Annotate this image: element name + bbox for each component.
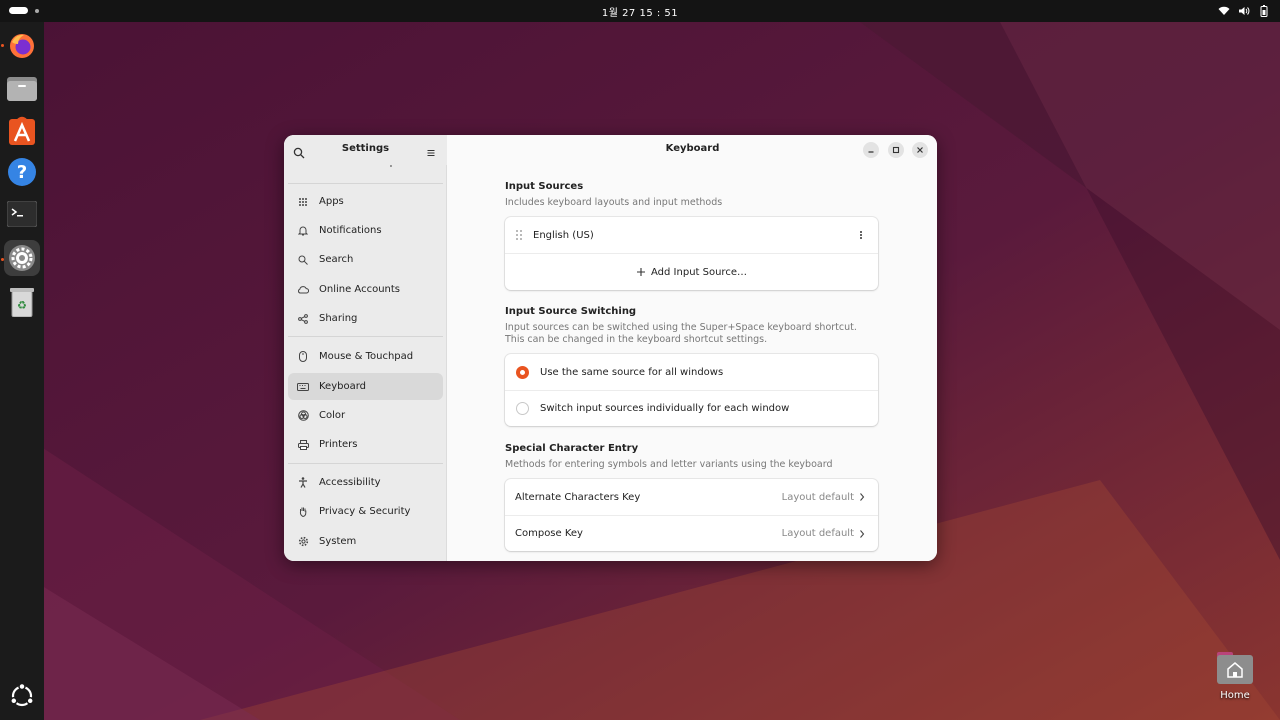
sidebar-item-color[interactable]: Color: [288, 402, 443, 429]
sidebar-item-privacy-security[interactable]: Privacy & Security: [288, 498, 443, 525]
sidebar-item-label: Accessibility: [319, 477, 381, 488]
input-source-row[interactable]: English (US): [505, 217, 878, 253]
option-individual-source[interactable]: Switch input sources individually for ea…: [505, 391, 878, 426]
search-icon: [297, 254, 309, 266]
close-icon: [917, 147, 923, 153]
hand-icon: [297, 506, 309, 518]
compose-key-label: Compose Key: [515, 528, 583, 539]
close-button[interactable]: [912, 142, 928, 158]
sidebar-title: Settings: [341, 143, 390, 154]
switching-title: Input Source Switching: [505, 306, 637, 317]
sidebar-item-label: Keyboard: [319, 381, 367, 392]
chevron-right-icon: [858, 492, 866, 502]
sidebar-item-label: Sharing: [319, 313, 358, 324]
add-input-source-button[interactable]: Add Input Source…: [505, 254, 878, 290]
sidebar-item-label: Mouse & Touchpad: [319, 351, 414, 362]
settings-icon[interactable]: [4, 240, 40, 276]
trash-icon[interactable]: ♻: [4, 284, 40, 320]
home-label: Home: [1220, 690, 1250, 701]
sidebar-item-sharing[interactable]: Sharing: [288, 305, 443, 332]
accessibility-icon: [297, 477, 309, 489]
volume-icon[interactable]: [1238, 4, 1250, 18]
option-individual-label: Switch input sources individually for ea…: [540, 403, 790, 414]
home-folder-icon: [1217, 652, 1253, 684]
sidebar-item-system[interactable]: System: [288, 528, 443, 555]
gear-icon: [297, 536, 309, 548]
sidebar-item-accessibility[interactable]: Accessibility: [288, 469, 443, 496]
sidebar-item-label: Apps: [319, 196, 344, 207]
svg-text:♻: ♻: [17, 299, 27, 312]
svg-text:?: ?: [17, 162, 27, 183]
sidebar-item-label: Notifications: [319, 225, 382, 236]
maximize-button[interactable]: [888, 142, 904, 158]
keyboard-panel: Keyboard Input Sources Includes keyboard…: [448, 135, 937, 561]
special-card: Alternate Characters Key Layout default …: [505, 479, 878, 551]
files-icon[interactable]: [4, 70, 40, 106]
sidebar-item-notifications[interactable]: Notifications: [288, 217, 443, 244]
settings-window: Settings Ubuntu Desktop Apps Notificatio…: [284, 135, 937, 561]
input-sources-title: Input Sources: [505, 181, 584, 192]
compose-key-row[interactable]: Compose Key Layout default: [505, 516, 878, 551]
sidebar-item-label: System: [319, 536, 357, 547]
printer-icon: [297, 439, 309, 451]
chevron-right-icon: [858, 529, 866, 539]
sidebar-item-apps[interactable]: Apps: [288, 188, 443, 215]
sidebar-header: Settings: [284, 135, 447, 165]
sidebar-item-keyboard[interactable]: Keyboard: [288, 373, 443, 400]
sidebar-item-label: Privacy & Security: [319, 506, 411, 517]
minimize-button[interactable]: [863, 142, 879, 158]
help-icon[interactable]: ?: [4, 154, 40, 190]
alternate-characters-value: Layout default: [781, 491, 854, 503]
maximize-icon: [892, 146, 900, 154]
sidebar-item-mouse-touchpad[interactable]: Mouse & Touchpad: [288, 343, 443, 370]
switching-description-line2: This can be changed in the keyboard shor…: [505, 334, 768, 345]
sidebar-item-label: Color: [319, 410, 346, 421]
compose-key-value: Layout default: [781, 528, 854, 539]
alternate-characters-label: Alternate Characters Key: [515, 491, 641, 503]
color-icon: [297, 410, 309, 422]
minimize-icon: [868, 151, 874, 153]
more-options-icon[interactable]: [858, 229, 864, 241]
sidebar-item-label: Printers: [319, 439, 358, 450]
add-input-source-label: Add Input Source…: [651, 266, 747, 278]
bell-icon: [297, 225, 309, 237]
show-apps-icon[interactable]: [4, 678, 40, 714]
top-bar: 1월 27 15 : 51: [0, 0, 1280, 22]
sidebar-item-printers[interactable]: Printers: [288, 431, 443, 458]
mouse-icon: [297, 351, 309, 363]
option-same-source[interactable]: Use the same source for all windows: [505, 354, 878, 390]
special-description: Methods for entering symbols and letter …: [505, 459, 833, 470]
option-same-label: Use the same source for all windows: [540, 366, 724, 378]
terminal-icon[interactable]: [4, 196, 40, 232]
hamburger-menu-icon[interactable]: [425, 144, 437, 156]
sidebar-item-search[interactable]: Search: [288, 246, 443, 273]
battery-icon[interactable]: [1258, 4, 1270, 18]
app-center-icon[interactable]: [4, 112, 40, 148]
desktop-home-folder[interactable]: Home: [1207, 650, 1263, 706]
radio-selected[interactable]: [516, 365, 529, 379]
cloud-icon: [297, 284, 309, 296]
drag-handle-icon[interactable]: [515, 229, 523, 241]
clock[interactable]: 1월 27 15 : 51: [0, 4, 1280, 19]
input-sources-card: English (US) Add Input Source…: [505, 217, 878, 290]
switching-card: Use the same source for all windows Swit…: [505, 354, 878, 426]
sidebar-item-online-accounts[interactable]: Online Accounts: [288, 276, 443, 303]
sidebar: Settings Ubuntu Desktop Apps Notificatio…: [284, 135, 447, 561]
dock: ? ♻: [0, 22, 44, 720]
input-source-label: English (US): [533, 229, 594, 241]
system-tray[interactable]: [1218, 3, 1270, 19]
switching-description-line1: Input sources can be switched using the …: [505, 322, 857, 333]
apps-icon: [297, 196, 309, 208]
special-title: Special Character Entry: [505, 443, 639, 454]
plus-icon: [636, 267, 646, 277]
alternate-characters-row[interactable]: Alternate Characters Key Layout default: [505, 479, 878, 515]
input-sources-description: Includes keyboard layouts and input meth…: [505, 197, 723, 208]
radio-unselected[interactable]: [516, 402, 529, 415]
wifi-icon[interactable]: [1218, 4, 1230, 18]
sidebar-item-label: Search: [319, 254, 354, 265]
keyboard-icon: [297, 381, 309, 393]
sidebar-item-label: Online Accounts: [319, 284, 401, 295]
firefox-icon[interactable]: [4, 28, 40, 64]
share-icon: [297, 313, 309, 325]
